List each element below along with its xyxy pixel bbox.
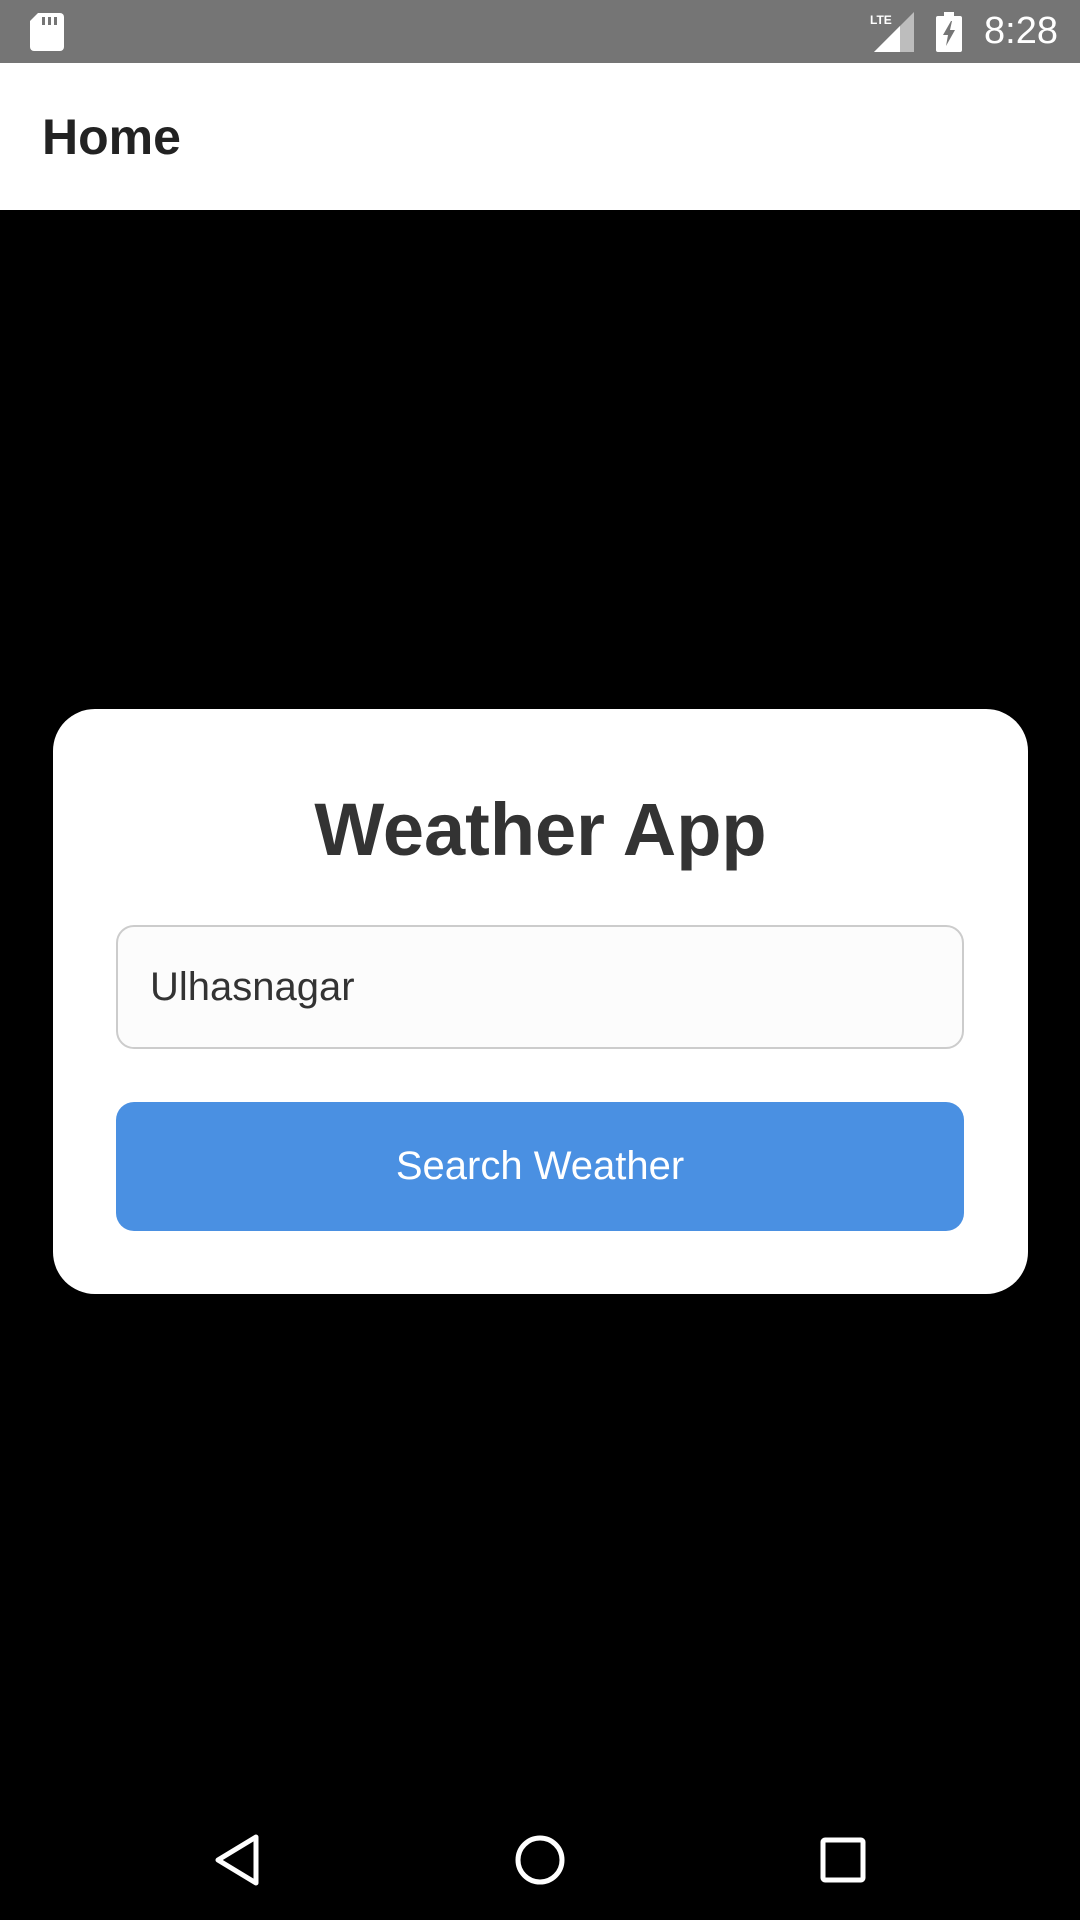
nav-recents-button[interactable]: [803, 1820, 883, 1900]
home-icon: [515, 1835, 565, 1885]
search-weather-button[interactable]: Search Weather: [116, 1102, 964, 1231]
battery-charging-icon: [936, 11, 963, 52]
nav-home-button[interactable]: [500, 1820, 580, 1900]
card-heading: Weather App: [314, 788, 767, 871]
status-bar-right: LTE 8:28: [870, 0, 1058, 63]
nav-back-button[interactable]: [197, 1820, 277, 1900]
app-bar: Home: [0, 63, 1080, 210]
network-label: LTE: [870, 13, 892, 27]
weather-card: Weather App Search Weather: [53, 709, 1028, 1294]
navigation-bar: [0, 1790, 1080, 1920]
app-bar-title: Home: [42, 108, 181, 165]
status-bar: LTE 8:28: [0, 0, 1080, 63]
city-search-input[interactable]: [116, 925, 964, 1049]
sd-card-icon: [30, 13, 64, 51]
back-icon: [215, 1834, 259, 1886]
recents-icon: [820, 1837, 866, 1883]
status-clock: 8:28: [984, 10, 1058, 52]
lte-signal-icon: LTE: [870, 11, 915, 52]
screen: LTE 8:28 Home Weather App Search Weather: [0, 0, 1080, 1920]
